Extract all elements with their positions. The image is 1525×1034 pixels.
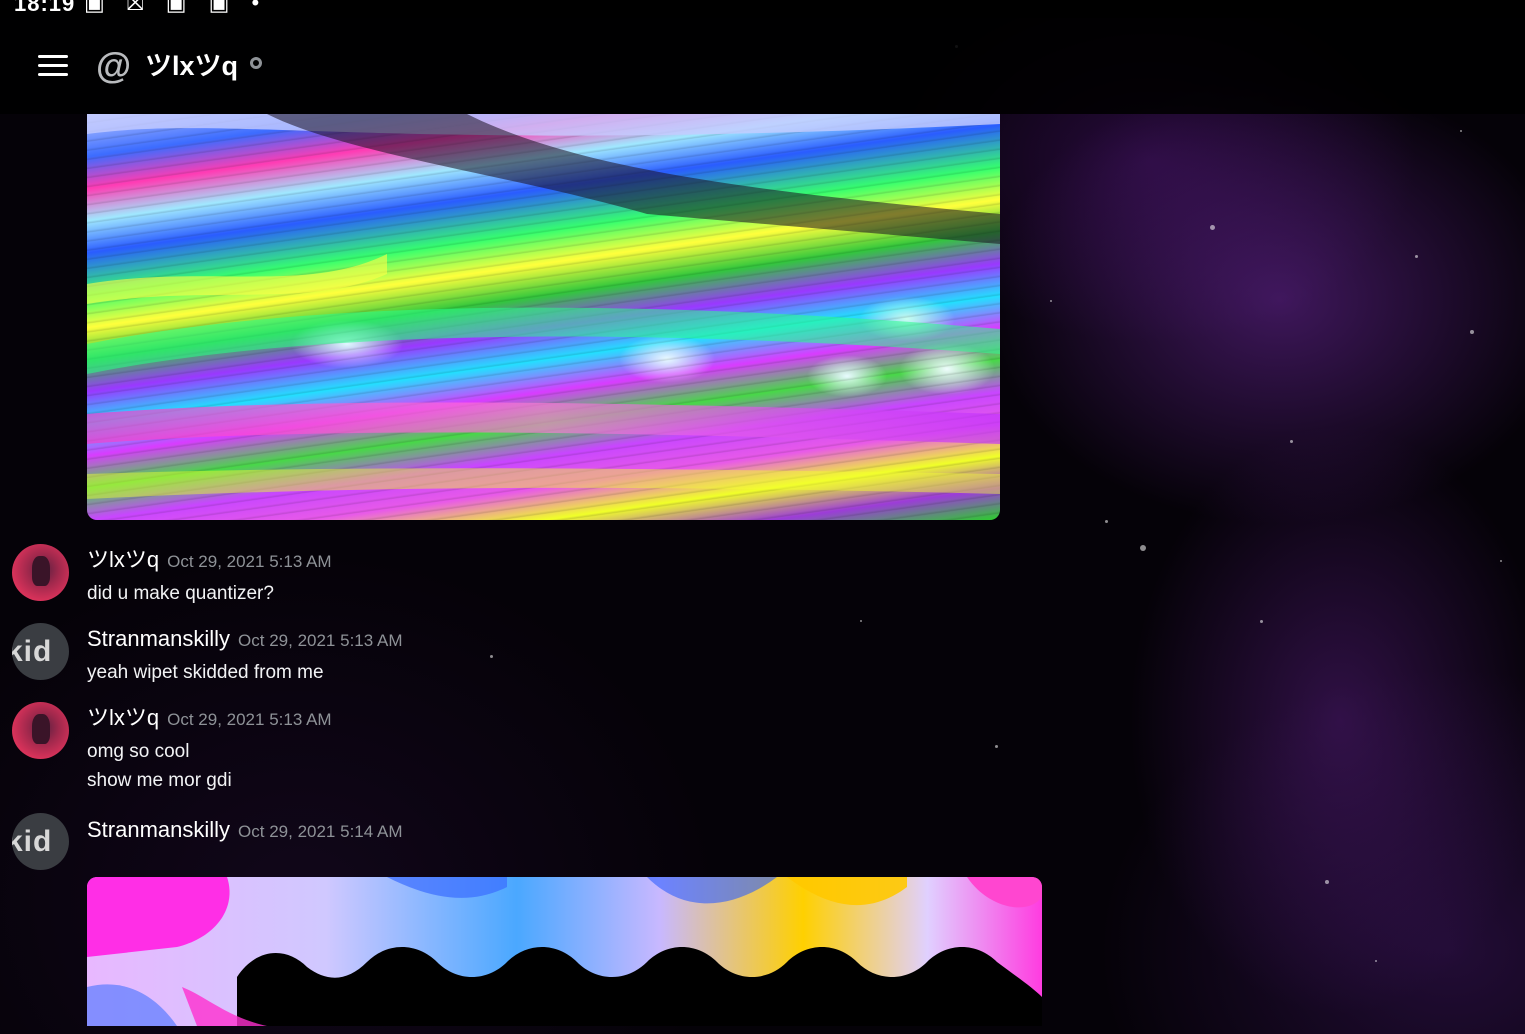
- message-text: show me mor gdi: [87, 770, 232, 791]
- channel-header: @ ツlxツq: [0, 18, 1525, 114]
- star: [1260, 620, 1263, 623]
- offline-status-icon: [250, 57, 262, 69]
- avatar[interactable]: kid: [12, 623, 69, 680]
- message-item: kid Stranmanskilly Oct 29, 2021 5:13 AM y…: [0, 622, 1100, 692]
- author-name[interactable]: ツlxツq: [87, 705, 159, 730]
- message-header: ツlxツq Oct 29, 2021 5:13 AM: [87, 546, 332, 576]
- star: [1470, 330, 1474, 334]
- star: [1500, 560, 1502, 562]
- star: [1325, 880, 1329, 884]
- glitch-art-image: [87, 877, 1042, 1026]
- at-icon: @: [96, 45, 132, 86]
- message-item: ツlxツq Oct 29, 2021 5:13 AM omg so cool sh…: [0, 701, 1100, 801]
- message-header: Stranmanskilly Oct 29, 2021 5:13 AM: [87, 625, 403, 655]
- star: [1140, 545, 1146, 551]
- avatar[interactable]: [12, 702, 69, 759]
- author-name[interactable]: ツlxツq: [87, 547, 159, 572]
- star: [1210, 225, 1215, 230]
- timestamp: Oct 29, 2021 5:14 AM: [238, 822, 403, 841]
- message-text: omg so cool: [87, 741, 190, 762]
- star: [1375, 960, 1377, 962]
- star: [1460, 130, 1462, 132]
- message-text: yeah wipet skidded from me: [87, 662, 324, 683]
- message-header: ツlxツq Oct 29, 2021 5:13 AM: [87, 704, 332, 734]
- timestamp: Oct 29, 2021 5:13 AM: [167, 710, 332, 729]
- hamburger-menu-button[interactable]: [38, 55, 68, 77]
- status-time: 18:19: [14, 0, 76, 16]
- avatar[interactable]: kid: [12, 813, 69, 870]
- author-name[interactable]: Stranmanskilly: [87, 626, 230, 651]
- avatar[interactable]: [12, 544, 69, 601]
- timestamp: Oct 29, 2021 5:13 AM: [167, 552, 332, 571]
- message-header: Stranmanskilly Oct 29, 2021 5:14 AM: [87, 816, 403, 846]
- message-item: ツlxツq Oct 29, 2021 5:13 AM did u make qua…: [0, 543, 1100, 613]
- image-attachment[interactable]: [87, 114, 1000, 520]
- chat-window: 18:19 ▣ ⛝ ▣ ▣ • @ ツlxツq ツlxツq Oct 29, 20…: [0, 0, 1525, 1034]
- message-item: kid Stranmanskilly Oct 29, 2021 5:14 AM: [0, 812, 1100, 872]
- menu-line-icon: [38, 73, 68, 76]
- menu-line-icon: [38, 64, 68, 67]
- notification-icons: ▣ ⛝ ▣ ▣ •: [84, 0, 268, 15]
- menu-line-icon: [38, 55, 68, 58]
- star: [1290, 440, 1293, 443]
- star: [1050, 300, 1052, 302]
- glitch-art-image: [87, 114, 1000, 499]
- message-text: did u make quantizer?: [87, 583, 274, 604]
- author-name[interactable]: Stranmanskilly: [87, 817, 230, 842]
- image-attachment[interactable]: [87, 877, 1042, 1026]
- star: [1415, 255, 1418, 258]
- timestamp: Oct 29, 2021 5:13 AM: [238, 631, 403, 650]
- star: [1105, 520, 1108, 523]
- channel-title[interactable]: ツlxツq: [145, 48, 238, 84]
- status-bar: 18:19 ▣ ⛝ ▣ ▣ •: [0, 0, 1525, 18]
